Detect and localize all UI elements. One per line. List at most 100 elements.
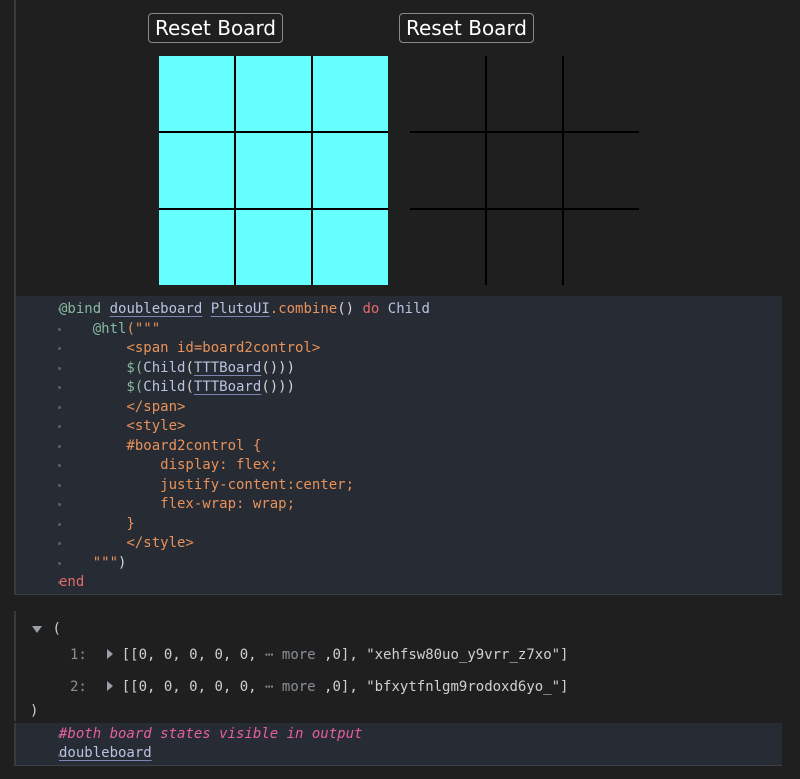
code-line: @htl(""" — [59, 320, 160, 340]
code-line: justify-content:center; — [59, 476, 354, 496]
code-comment: #both board states visible in output — [59, 726, 363, 742]
code-token: @htl — [59, 320, 127, 337]
board-cell[interactable] — [564, 56, 639, 131]
board-grid-line — [159, 131, 388, 133]
code-ident: doubleboard — [59, 745, 152, 761]
board-cell[interactable] — [487, 56, 562, 131]
array-tail: ,0], — [315, 679, 367, 695]
code-line: end — [59, 573, 84, 593]
output-cell: Reset Board Reset Board — [14, 0, 782, 296]
code-token: PlutoUI — [210, 301, 270, 317]
tuple-index: 2: — [70, 679, 87, 695]
code-cell[interactable]: @bind doubleboard PlutoUI.combine() do C… — [14, 296, 782, 595]
code-token: } — [59, 515, 135, 532]
code-token: TTTBoard — [193, 379, 262, 395]
code-line: <span id=board2control> — [59, 339, 320, 359]
tuple-close: ) — [30, 703, 39, 719]
code-token: @bind — [59, 301, 102, 317]
code-token: do — [354, 301, 388, 317]
id-string: "bfxytfnlgm9rodoxd6yo_"] — [366, 679, 569, 695]
code-cell-2[interactable]: #both board states visible in output dou… — [14, 723, 782, 766]
code-line: </span> — [59, 398, 185, 418]
code-token: ) — [118, 554, 127, 571]
array-preview: [[0, 0, 0, 0, 0, — [121, 647, 266, 663]
board-cell[interactable] — [159, 133, 234, 208]
board-grid-line — [410, 208, 639, 210]
code-token: doubleboard — [109, 301, 203, 317]
code-token: <style> — [59, 418, 186, 434]
reset-board-button-left[interactable]: Reset Board — [148, 13, 284, 43]
array-tail: ,0], — [315, 647, 367, 663]
tuple-index: 1: — [70, 647, 87, 663]
id-string: "xehfsw80uo_y9vrr_z7xo"] — [366, 647, 569, 663]
code-token: """ — [59, 554, 119, 571]
code-token: justify-content:center; — [59, 476, 355, 493]
code-token: Child — [143, 359, 186, 376]
board-cell[interactable] — [410, 133, 485, 208]
code-token: <span id=board2control> — [59, 340, 321, 356]
more-link[interactable]: ⋯ more — [265, 679, 316, 695]
board-cell[interactable] — [410, 56, 485, 131]
tictactoe-board-left[interactable] — [159, 56, 388, 285]
code-line: } — [59, 515, 135, 535]
code-token: ())) — [261, 379, 296, 395]
code-line: #board2control { — [59, 437, 261, 457]
board-grid-line — [311, 56, 313, 285]
array-preview: [[0, 0, 0, 0, 0, — [121, 679, 266, 695]
code-token: (""" — [126, 320, 161, 337]
tuple-item-2[interactable]: 2: [[0, 0, 0, 0, 0, ⋯ more ,0], "bfxytfn… — [70, 679, 568, 695]
code-line: $(Child(TTTBoard())) — [59, 359, 295, 379]
code-token: .combine — [269, 301, 338, 317]
expand-triangle-icon[interactable] — [107, 681, 114, 691]
code-token: Child — [387, 301, 430, 317]
code-token: Child — [143, 379, 186, 395]
board-cell[interactable] — [313, 133, 388, 208]
code-token: </style> — [59, 535, 194, 551]
tuple-open[interactable]: ( — [32, 621, 61, 637]
board-cell[interactable] — [159, 56, 234, 131]
board-grid-line — [410, 131, 639, 133]
board-cell[interactable] — [487, 210, 562, 285]
board-grid-line — [562, 56, 564, 285]
board-cell[interactable] — [159, 210, 234, 285]
code-token: () — [337, 301, 355, 317]
more-link[interactable]: ⋯ more — [265, 647, 316, 663]
board-cell[interactable] — [564, 210, 639, 285]
code-line: display: flex; — [59, 456, 278, 476]
tuple-output: ( 1: [[0, 0, 0, 0, 0, ⋯ more ,0], "xehfs… — [14, 611, 782, 721]
code-token: </span> — [59, 398, 186, 415]
board-cell[interactable] — [236, 133, 311, 208]
code-token: end — [59, 574, 85, 590]
code-line: <style> — [59, 417, 185, 437]
code-line: @bind doubleboard PlutoUI.combine() do C… — [59, 300, 430, 320]
code-line: </style> — [59, 534, 194, 554]
board-cell[interactable] — [313, 210, 388, 285]
board-cell[interactable] — [487, 133, 562, 208]
code-token: $( — [59, 359, 144, 376]
code-token: #board2control { — [59, 437, 262, 454]
collapse-triangle-icon[interactable] — [32, 626, 42, 633]
code-line: flex-wrap: wrap; — [59, 495, 295, 515]
board-cell[interactable] — [410, 210, 485, 285]
code-token: display: flex; — [59, 457, 279, 473]
board-cell[interactable] — [313, 56, 388, 131]
board-grid-line — [234, 56, 236, 285]
board-cell[interactable] — [236, 56, 311, 131]
board-cell[interactable] — [236, 210, 311, 285]
tuple-item-1[interactable]: 1: [[0, 0, 0, 0, 0, ⋯ more ,0], "xehfsw8… — [70, 647, 568, 663]
code-token: ())) — [261, 359, 296, 376]
board-grid-line — [159, 208, 388, 210]
code-token: $( — [59, 379, 144, 395]
code-token: ( — [185, 379, 194, 395]
board-grid-line — [485, 56, 487, 285]
reset-board-button-right[interactable]: Reset Board — [399, 13, 535, 43]
board-cell[interactable] — [564, 133, 639, 208]
expand-triangle-icon[interactable] — [107, 649, 114, 659]
tictactoe-board-right[interactable] — [410, 56, 639, 285]
code-line: """) — [59, 554, 127, 574]
code-token: TTTBoard — [193, 359, 262, 376]
code-line: $(Child(TTTBoard())) — [59, 378, 295, 398]
code-token: flex-wrap: wrap; — [59, 496, 296, 512]
